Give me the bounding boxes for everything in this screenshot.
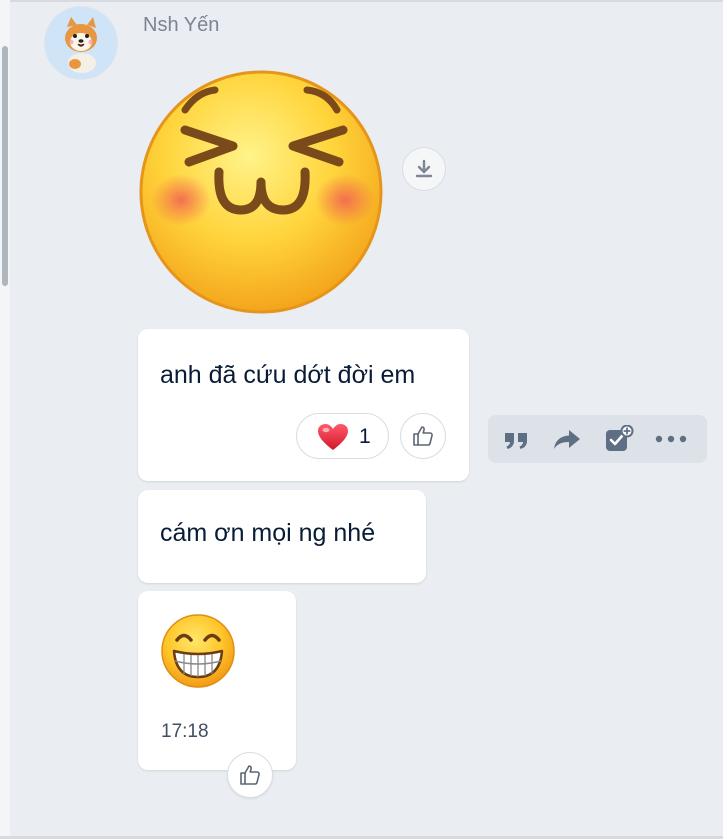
message-text: anh đã cứu dớt đời em <box>160 361 416 389</box>
grinning-face-emoji-icon <box>161 614 235 688</box>
forward-icon <box>554 430 580 449</box>
reaction-summary[interactable]: 1 <box>296 413 389 459</box>
avatar[interactable] <box>44 6 118 80</box>
heart-icon <box>318 424 348 450</box>
message-bubble[interactable]: 17:18 <box>138 591 296 770</box>
reaction-count: 1 <box>359 425 371 448</box>
message-action-bar <box>488 415 707 463</box>
more-options-button[interactable] <box>654 423 688 455</box>
quote-button[interactable] <box>500 423 534 455</box>
quote-icon <box>505 433 527 449</box>
forward-button[interactable] <box>550 423 584 455</box>
message-bubble[interactable]: cám ơn mọi ng nhé <box>138 490 426 583</box>
thumbs-up-icon <box>413 426 433 446</box>
add-todo-button[interactable] <box>602 423 636 455</box>
shiba-dog-avatar-icon <box>45 7 117 79</box>
message-text: cám ơn mọi ng nhé <box>160 519 376 547</box>
like-button[interactable] <box>400 413 446 459</box>
message-bubble[interactable]: anh đã cứu dớt đời em 1 <box>138 329 469 481</box>
thumbs-up-icon <box>240 765 260 785</box>
laughing-squint-face-sticker-icon[interactable] <box>137 70 385 314</box>
sender-name: Nsh Yến <box>143 14 220 36</box>
scrollbar-thumb[interactable] <box>2 46 8 286</box>
message-timestamp: 17:18 <box>161 721 209 742</box>
add-todo-icon <box>606 425 634 451</box>
window-top-border <box>0 0 723 2</box>
download-button[interactable] <box>402 147 446 191</box>
more-icon <box>655 435 687 443</box>
download-icon <box>415 159 433 178</box>
like-button[interactable] <box>227 752 273 798</box>
